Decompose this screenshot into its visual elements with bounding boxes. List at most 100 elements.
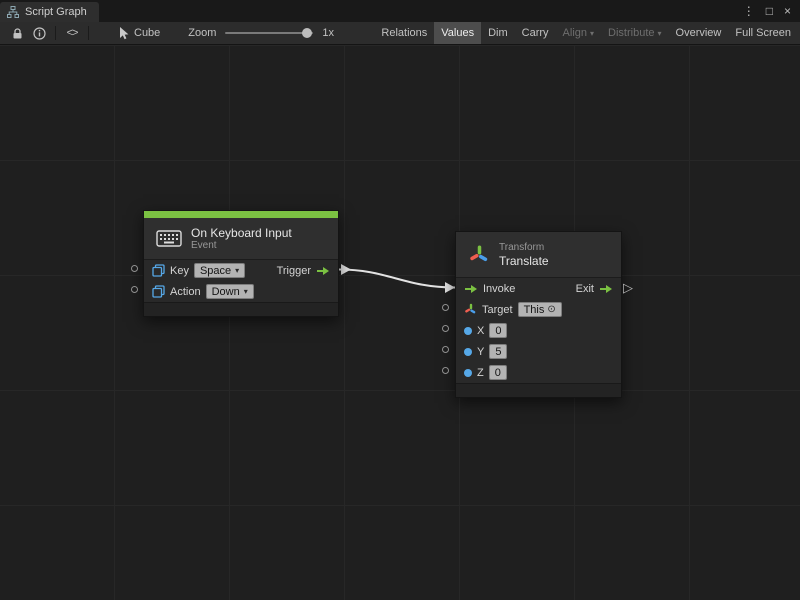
action-row: Action Down ▾ <box>144 281 338 302</box>
distribute-label: Distribute <box>608 27 654 39</box>
invoke-label: Invoke <box>483 283 515 295</box>
zoom-slider-thumb[interactable] <box>302 28 312 38</box>
transform-icon <box>468 244 490 266</box>
trigger-port-triangle[interactable] <box>341 264 351 275</box>
target-object-field[interactable]: This ⊙ <box>518 302 562 317</box>
tab-script-graph[interactable]: Script Graph <box>0 2 99 22</box>
node-on-keyboard-input[interactable]: On Keyboard Input Event Key Space ▾ Trig… <box>143 210 339 317</box>
node-footer <box>144 302 338 316</box>
key-value: Space <box>200 265 231 277</box>
exit-label: Exit <box>576 283 594 295</box>
carry-button[interactable]: Carry <box>515 22 556 44</box>
target-value: This <box>524 304 545 316</box>
invoke-arrow-icon[interactable] <box>464 284 478 294</box>
z-label: Z <box>477 367 484 379</box>
graph-icon <box>7 6 19 18</box>
z-row: Z 0 <box>456 362 621 383</box>
align-dropdown-button[interactable]: Align ▾ <box>556 22 601 44</box>
node-transform-translate[interactable]: Transform Translate Invoke Exit <box>455 231 622 398</box>
graph-target-name[interactable]: Cube <box>134 27 160 39</box>
y-label: Y <box>477 346 484 358</box>
chevron-down-icon: ▾ <box>658 29 662 38</box>
value-port-dot <box>464 369 472 377</box>
target-input-port[interactable] <box>442 304 449 311</box>
lock-icon <box>12 27 23 40</box>
window-menu-icon[interactable]: ⋮ <box>743 4 755 18</box>
action-value: Down <box>212 286 240 298</box>
invoke-port-triangle[interactable] <box>445 282 455 293</box>
cursor-icon <box>118 27 129 40</box>
edit-source-button[interactable]: <> <box>61 22 83 44</box>
chevron-down-icon: ▾ <box>590 29 594 38</box>
toolbar-separator <box>55 26 56 40</box>
node-footer <box>456 383 621 397</box>
toolbar-separator <box>88 26 89 40</box>
wire-layer <box>0 45 800 600</box>
relations-button[interactable]: Relations <box>374 22 434 44</box>
x-label: X <box>477 325 484 337</box>
keyboard-icon <box>156 230 182 247</box>
node-title: On Keyboard Input <box>191 226 292 240</box>
z-input[interactable]: 0 <box>489 365 507 380</box>
flow-connection[interactable] <box>339 270 455 288</box>
overview-button[interactable]: Overview <box>669 22 729 44</box>
key-label: Key <box>170 265 189 277</box>
node-category: Transform <box>499 242 549 254</box>
info-button[interactable] <box>28 22 50 44</box>
value-port-dot <box>464 327 472 335</box>
key-input-port[interactable] <box>131 265 138 272</box>
node-titles: Transform Translate <box>499 242 549 268</box>
align-label: Align <box>563 27 587 39</box>
info-icon <box>33 27 46 40</box>
trigger-label: Trigger <box>277 265 311 277</box>
node-title: Translate <box>499 254 549 268</box>
keycode-icon <box>152 264 165 277</box>
zoom-value: 1x <box>322 27 334 39</box>
trigger-arrow-icon[interactable] <box>316 266 330 276</box>
target-cursor-button[interactable] <box>112 22 134 44</box>
y-input-port[interactable] <box>442 346 449 353</box>
code-icon: <> <box>67 27 78 39</box>
action-input-port[interactable] <box>131 286 138 293</box>
y-input[interactable]: 5 <box>489 344 507 359</box>
transform-mini-icon <box>464 303 477 316</box>
action-label: Action <box>170 286 201 298</box>
zoom-slider[interactable] <box>225 32 313 34</box>
zoom-label: Zoom <box>188 27 216 39</box>
node-header[interactable]: Transform Translate <box>456 232 621 278</box>
distribute-dropdown-button[interactable]: Distribute ▾ <box>601 22 668 44</box>
z-input-port[interactable] <box>442 367 449 374</box>
lock-button[interactable] <box>6 22 28 44</box>
target-label: Target <box>482 304 513 316</box>
x-input-port[interactable] <box>442 325 449 332</box>
target-row: Target This ⊙ <box>456 299 621 320</box>
full-screen-button[interactable]: Full Screen <box>728 22 798 44</box>
invoke-row: Invoke Exit <box>456 278 621 299</box>
action-icon <box>152 285 165 298</box>
graph-toolbar: <> Cube Zoom 1x Relations Values Dim Car… <box>0 22 800 45</box>
x-input[interactable]: 0 <box>489 323 507 338</box>
exit-arrow-icon[interactable] <box>599 284 613 294</box>
close-icon[interactable]: × <box>784 4 791 18</box>
value-port-dot <box>464 348 472 356</box>
node-header[interactable]: On Keyboard Input Event <box>144 218 338 260</box>
key-row: Key Space ▾ Trigger <box>144 260 338 281</box>
tab-title: Script Graph <box>25 6 87 18</box>
key-dropdown[interactable]: Space ▾ <box>194 263 245 278</box>
toolbar-button-group: Relations Values Dim Carry Align ▾ Distr… <box>374 22 800 44</box>
action-dropdown[interactable]: Down ▾ <box>206 284 254 299</box>
window-controls: ⋮ □ × <box>743 0 800 22</box>
titlebar: Script Graph ⋮ □ × <box>0 0 800 22</box>
y-row: Y 5 <box>456 341 621 362</box>
values-button[interactable]: Values <box>434 22 481 44</box>
maximize-icon[interactable]: □ <box>766 4 773 18</box>
node-subtitle: Event <box>191 240 292 252</box>
exit-output-port[interactable]: ▷ <box>623 281 633 294</box>
node-titles: On Keyboard Input Event <box>191 226 292 252</box>
object-picker-icon: ⊙ <box>547 304 555 315</box>
x-row: X 0 <box>456 320 621 341</box>
chevron-down-icon: ▾ <box>244 287 248 296</box>
chevron-down-icon: ▾ <box>235 266 239 275</box>
dim-button[interactable]: Dim <box>481 22 515 44</box>
graph-canvas[interactable]: On Keyboard Input Event Key Space ▾ Trig… <box>0 45 800 600</box>
